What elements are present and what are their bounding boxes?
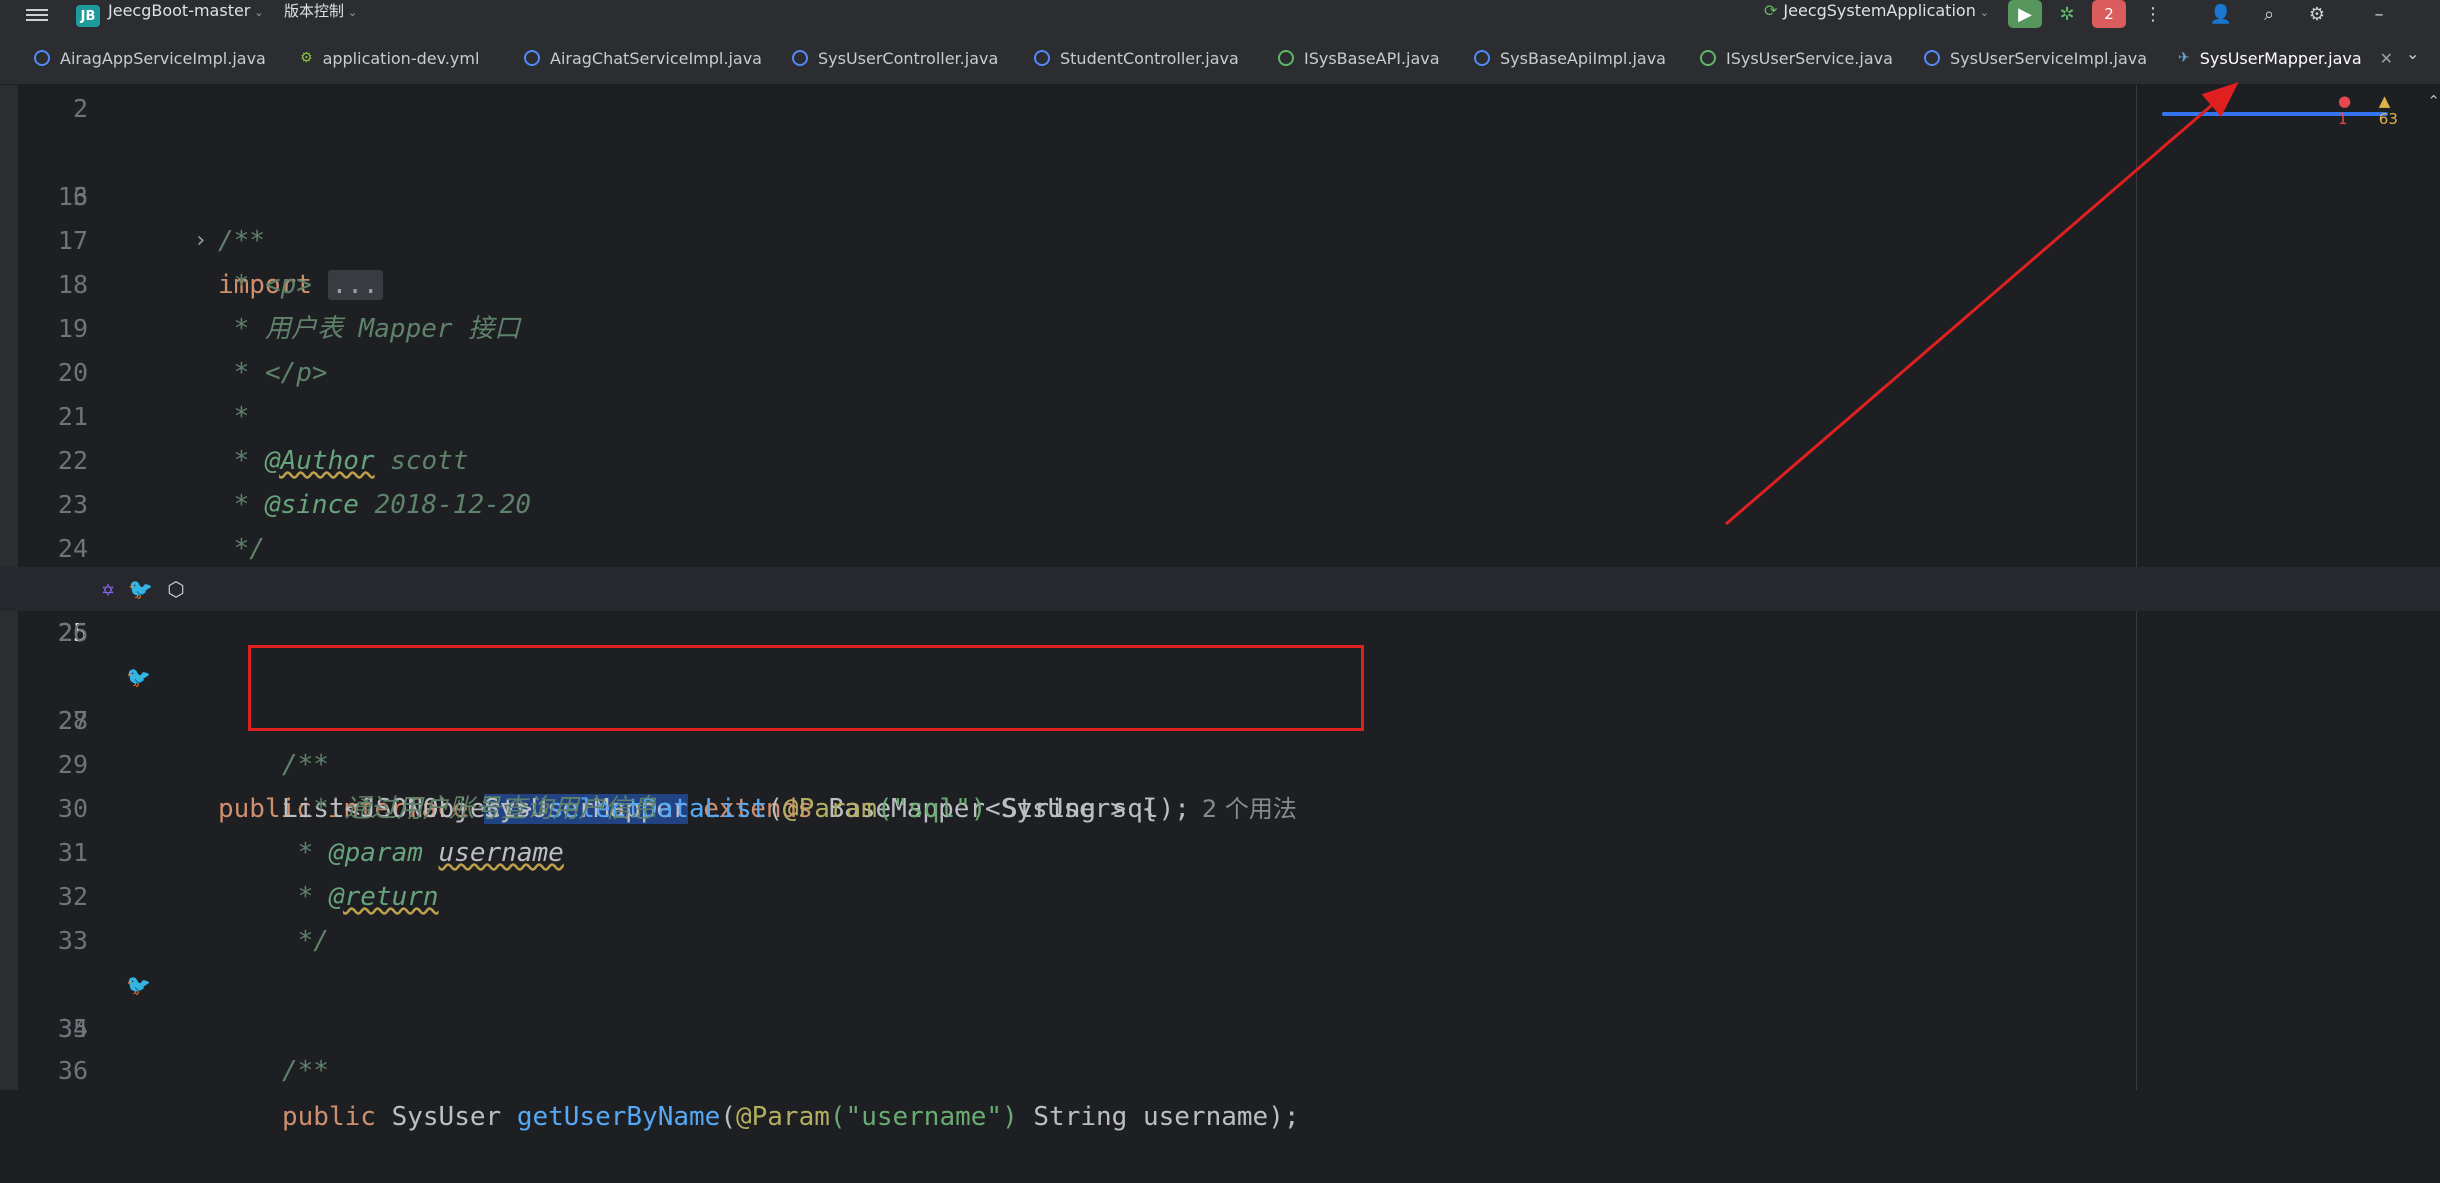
string-literal: ("username") (829, 1102, 1018, 1132)
method-name: getUserByName (516, 1102, 721, 1132)
punctuation: ( (720, 1102, 736, 1132)
annotation-arrow (1725, 82, 2239, 526)
keyword: public (282, 1102, 392, 1132)
code-text: String username); (1017, 1102, 1300, 1132)
type-name: SysUser (391, 1102, 517, 1132)
annotation: @Param (735, 1102, 830, 1132)
